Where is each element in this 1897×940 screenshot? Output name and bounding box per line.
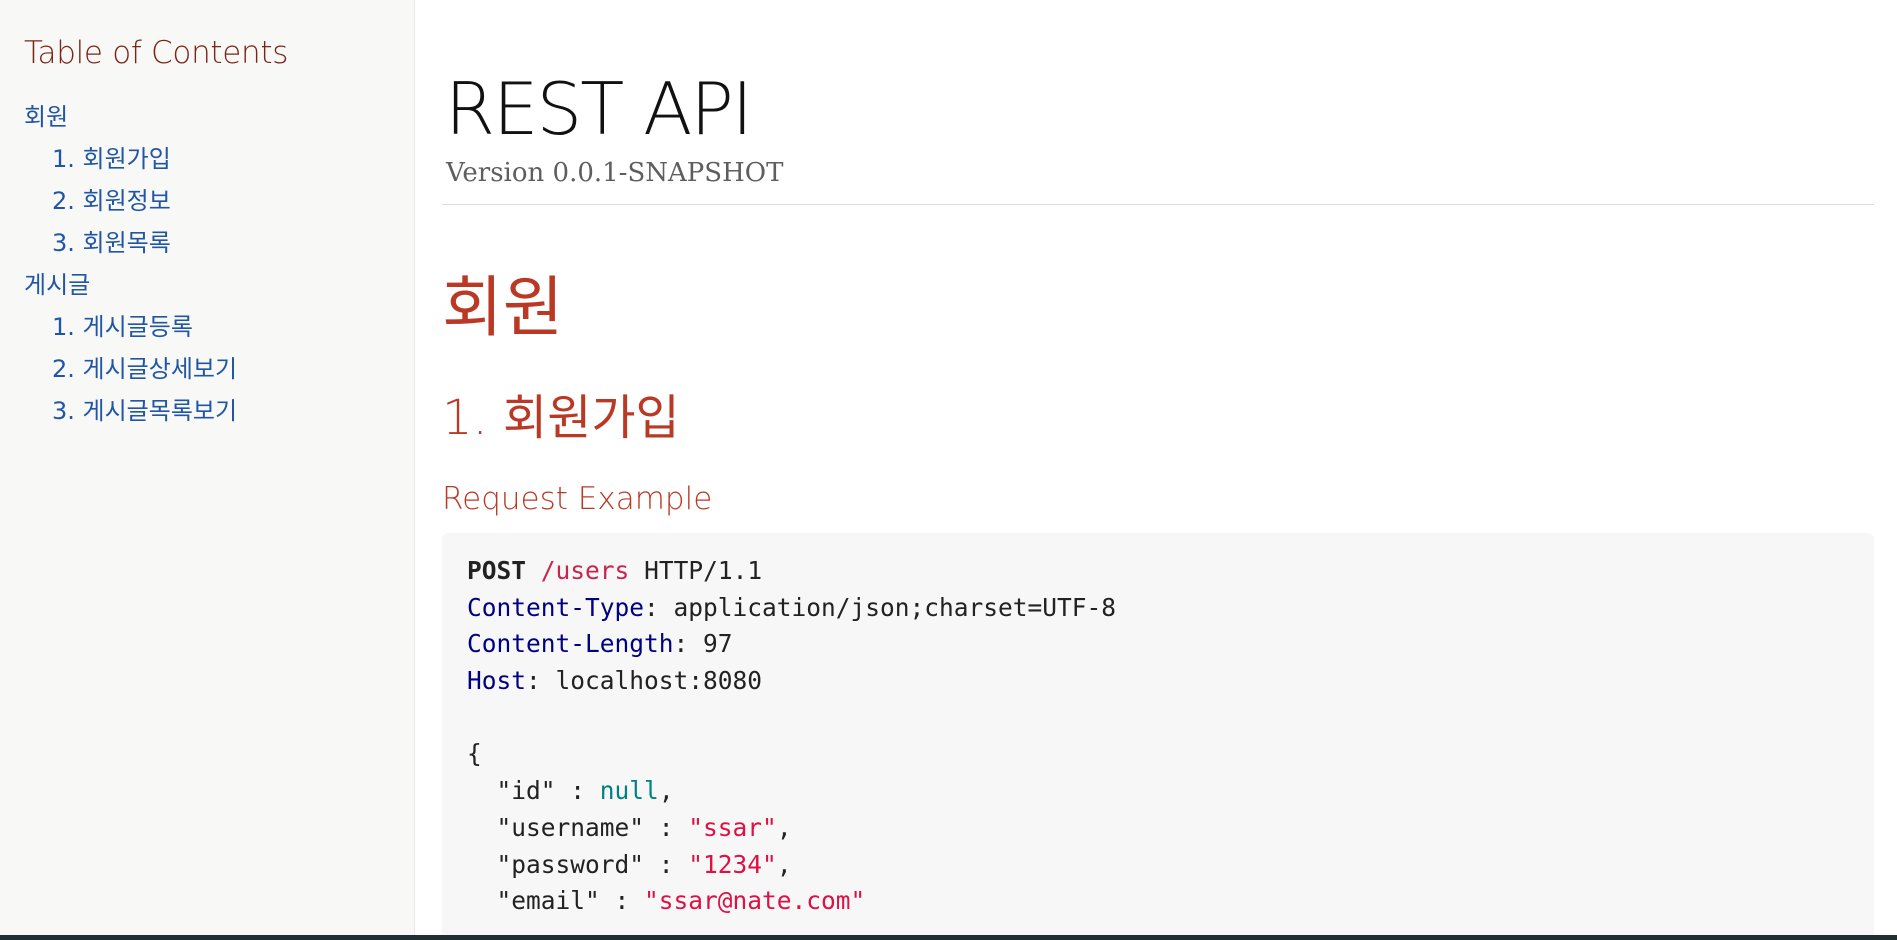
http-protocol: HTTP/1.1 [644, 556, 763, 585]
json-key: "id" [496, 776, 556, 806]
header-line: Content-Length: 97 [467, 629, 733, 659]
toc-link-signup[interactable]: 1. 회원가입 [24, 138, 414, 180]
toc-title: Table of Contents [24, 35, 289, 71]
brace-open: { [467, 739, 482, 769]
toc-item-signup: 1. 회원가입 [24, 138, 414, 180]
header-name: Content-Length [467, 629, 674, 659]
doc-version: Version 0.0.1-SNAPSHOT [446, 158, 784, 188]
json-field-line: "email" : "ssar@nate.com" [496, 886, 866, 916]
toc-link-posts[interactable]: 게시글 [24, 264, 414, 306]
header-line: Host: localhost:8080 [467, 666, 763, 696]
header-value: localhost:8080 [555, 666, 763, 696]
toc-item-post-detail: 2. 게시글상세보기 [24, 348, 414, 390]
json-key: "username" [496, 812, 645, 842]
toc-list: 회원 1. 회원가입 2. 회원정보 3. 회원목록 게시글 1. 게시글등록 … [24, 96, 414, 432]
header-name: Content-Type [467, 592, 645, 622]
toc-link-post-create[interactable]: 1. 게시글등록 [24, 306, 414, 348]
toc-link-member-list[interactable]: 3. 회원목록 [24, 222, 414, 264]
header-name: Host [467, 666, 527, 696]
request-line: POST /users HTTP/1.1 [467, 553, 1849, 590]
toc-item-member-list: 3. 회원목록 [24, 222, 414, 264]
toc-link-member-info[interactable]: 2. 회원정보 [24, 180, 414, 222]
json-key: "password" [496, 849, 645, 879]
subsection-title: 1. 회원가입 [442, 390, 680, 446]
json-value: "ssar" [688, 812, 777, 842]
toc-item-posts: 게시글 [24, 264, 414, 306]
header-value: application/json;charset=UTF-8 [673, 592, 1117, 622]
json-field-line: "password" : "1234", [496, 849, 792, 879]
toc-item-post-create: 1. 게시글등록 [24, 306, 414, 348]
request-path: /users [540, 556, 630, 585]
json-field-line: "id" : null, [496, 776, 674, 806]
toc-item-member-info: 2. 회원정보 [24, 180, 414, 222]
toc-link-members[interactable]: 회원 [24, 96, 414, 138]
header-line: Content-Type: application/json;charset=U… [467, 592, 1117, 622]
main-content: REST API Version 0.0.1-SNAPSHOT 회원 1. 회원… [442, 0, 1874, 940]
bottom-taskbar-strip [0, 935, 1897, 940]
doc-title: REST API [445, 67, 753, 151]
toc-item-members: 회원 [24, 96, 414, 138]
section-title: 회원 [442, 269, 564, 346]
toc-link-post-detail[interactable]: 2. 게시글상세보기 [24, 348, 414, 390]
page: Table of Contents 회원 1. 회원가입 2. 회원정보 3. … [0, 0, 1897, 940]
toc-link-post-list[interactable]: 3. 게시글목록보기 [24, 390, 414, 432]
example-heading: Request Example [442, 481, 713, 517]
header-value: 97 [703, 629, 733, 659]
json-value: null [599, 776, 659, 806]
header-divider [442, 204, 1874, 205]
json-key: "email" [496, 886, 600, 916]
body-open-line: { [467, 736, 1849, 773]
json-value: "ssar@nate.com" [644, 886, 866, 916]
toc-item-post-list: 3. 게시글목록보기 [24, 390, 414, 432]
http-method: POST [467, 556, 527, 585]
toc-sidebar: Table of Contents 회원 1. 회원가입 2. 회원정보 3. … [0, 0, 415, 935]
json-field-line: "username" : "ssar", [496, 812, 792, 842]
request-code-block: POST /users HTTP/1.1 Content-Type: appli… [442, 533, 1874, 940]
json-value: "1234" [688, 849, 777, 879]
